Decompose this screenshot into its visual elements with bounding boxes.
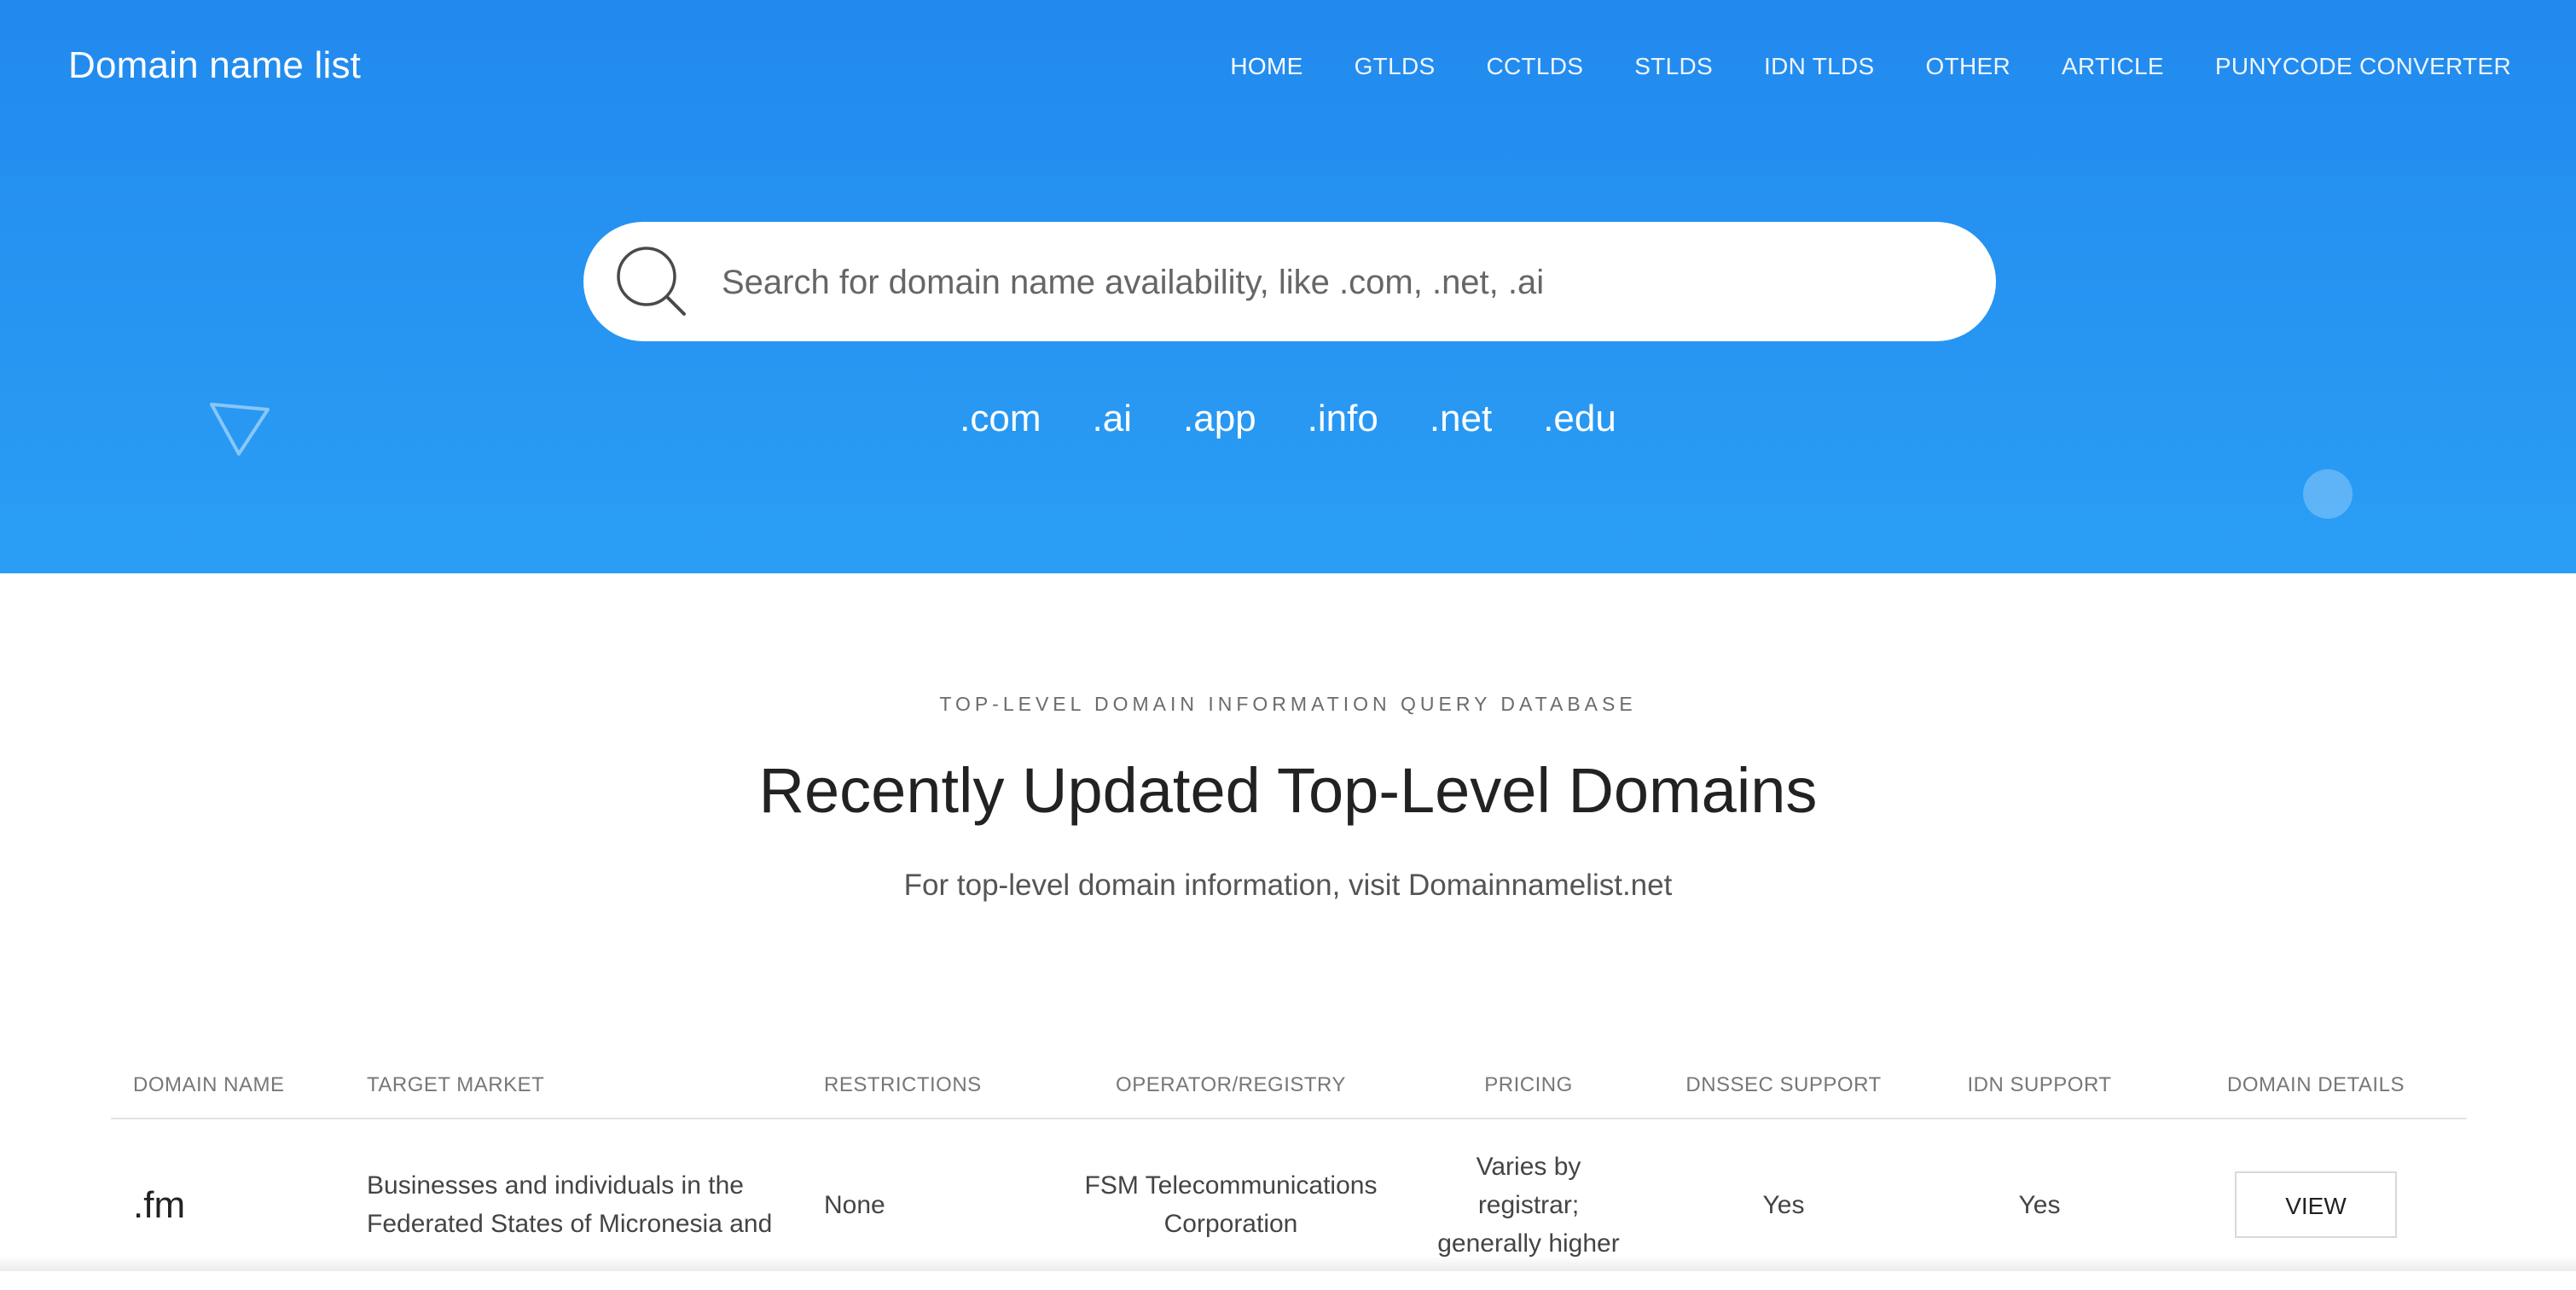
decorative-circle bbox=[2303, 469, 2353, 519]
viewport-bottom-shadow bbox=[0, 1256, 2576, 1271]
nav-cctlds[interactable]: CCTLDS bbox=[1486, 53, 1583, 80]
nav-idn-tlds[interactable]: IDN TLDS bbox=[1764, 53, 1874, 80]
quick-tld-info[interactable]: .info bbox=[1308, 398, 1378, 440]
col-header-domain-name: DOMAIN NAME bbox=[111, 1053, 345, 1119]
quick-tld-com[interactable]: .com bbox=[960, 398, 1041, 440]
site-logo-link[interactable]: Domain name list bbox=[68, 44, 361, 87]
col-header-idn: IDN SUPPORT bbox=[1914, 1053, 2165, 1119]
hero-header: Domain name list HOME GTLDS CCTLDS STLDS… bbox=[0, 0, 2576, 573]
tld-table-container: DOMAIN NAME TARGET MARKET RESTRICTIONS O… bbox=[111, 1053, 2467, 1290]
section-title: Recently Updated Top-Level Domains bbox=[758, 755, 1818, 826]
col-header-operator: OPERATOR/REGISTRY bbox=[1058, 1053, 1404, 1119]
quick-tld-ai[interactable]: .ai bbox=[1093, 398, 1132, 440]
nav-other[interactable]: OTHER bbox=[1926, 53, 2011, 80]
col-header-details: DOMAIN DETAILS bbox=[2165, 1053, 2467, 1119]
section-subtitle: For top-level domain information, visit … bbox=[903, 869, 1673, 902]
col-header-restrictions: RESTRICTIONS bbox=[802, 1053, 1058, 1119]
quick-tld-links: .com .ai .app .info .net .edu bbox=[0, 398, 2576, 440]
search-icon bbox=[617, 247, 686, 316]
quick-tld-net[interactable]: .net bbox=[1430, 398, 1492, 440]
quick-tld-app[interactable]: .app bbox=[1183, 398, 1256, 440]
nav-punycode-converter[interactable]: PUNYCODE CONVERTER bbox=[2215, 53, 2511, 80]
col-header-dnssec: DNSSEC SUPPORT bbox=[1653, 1053, 1914, 1119]
nav-home[interactable]: HOME bbox=[1230, 53, 1303, 80]
col-header-pricing: PRICING bbox=[1404, 1053, 1653, 1119]
table-header-row: DOMAIN NAME TARGET MARKET RESTRICTIONS O… bbox=[111, 1053, 2467, 1119]
decorative-triangle-icon bbox=[210, 403, 270, 456]
col-header-target-market: TARGET MARKET bbox=[345, 1053, 802, 1119]
nav-gtlds[interactable]: GTLDS bbox=[1355, 53, 1436, 80]
search-bar[interactable] bbox=[583, 222, 1996, 341]
view-details-button[interactable]: VIEW bbox=[2235, 1171, 2397, 1238]
nav-stlds[interactable]: STLDS bbox=[1634, 53, 1713, 80]
main-nav: HOME GTLDS CCTLDS STLDS IDN TLDS OTHER A… bbox=[1230, 53, 2511, 80]
section-eyebrow: TOP-LEVEL DOMAIN INFORMATION QUERY DATAB… bbox=[939, 693, 1637, 715]
quick-tld-edu[interactable]: .edu bbox=[1543, 398, 1616, 440]
search-input[interactable] bbox=[720, 247, 1952, 317]
nav-article[interactable]: ARTICLE bbox=[2062, 53, 2164, 80]
tld-table: DOMAIN NAME TARGET MARKET RESTRICTIONS O… bbox=[111, 1053, 2467, 1290]
